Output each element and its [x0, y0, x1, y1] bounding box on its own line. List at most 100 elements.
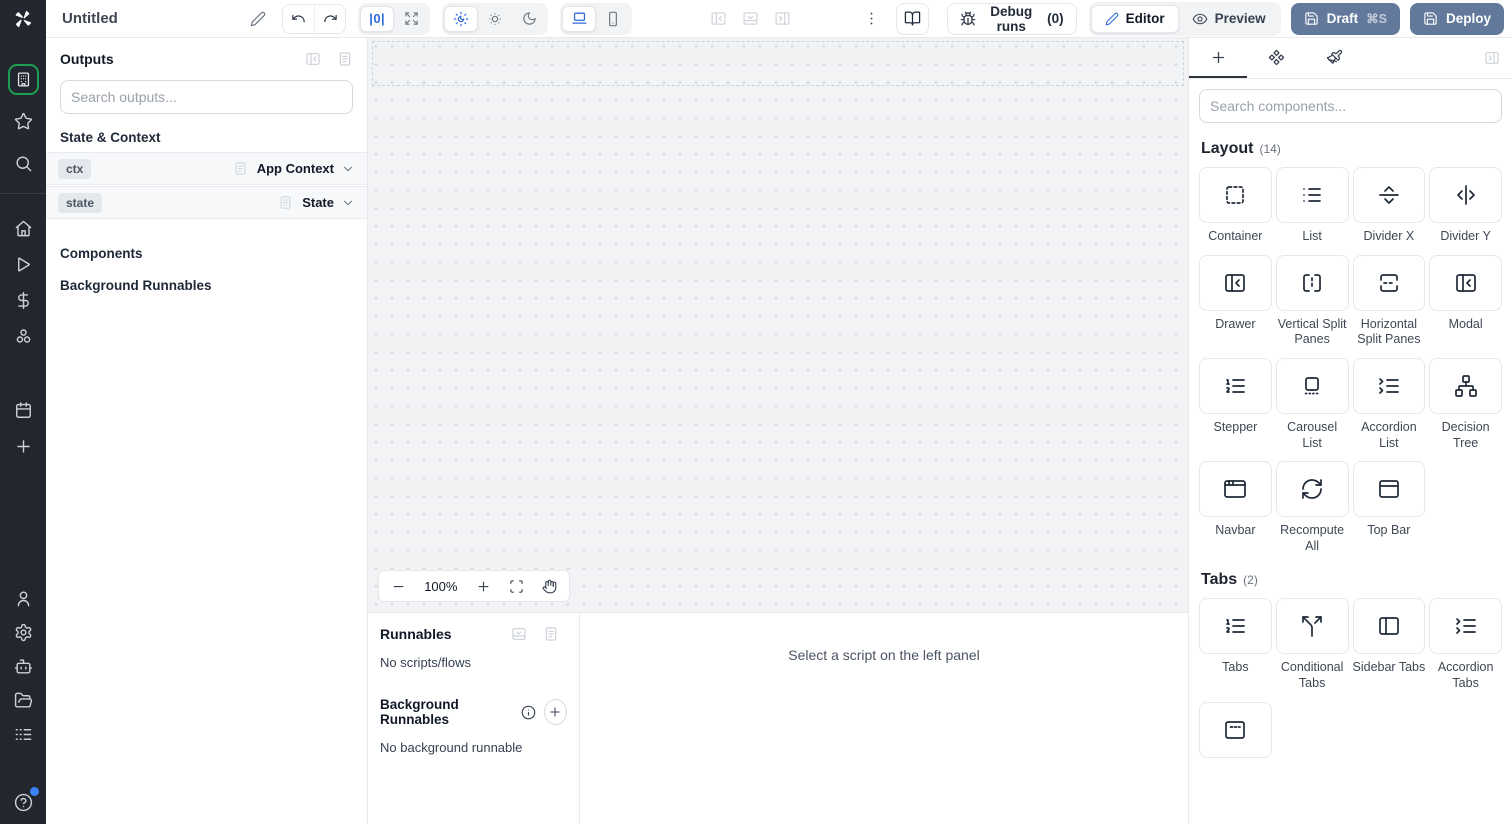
more-menu-button[interactable] — [863, 10, 880, 27]
collapse-components-icon[interactable] — [1484, 50, 1500, 66]
collapse-runnables-icon[interactable] — [511, 626, 527, 642]
sidebar-item-schedules[interactable] — [7, 394, 39, 426]
edit-title-pencil-icon[interactable] — [250, 11, 266, 27]
component-label: Decision Tree — [1441, 419, 1490, 450]
component-card-accordion-list[interactable]: Accordion List — [1352, 357, 1426, 451]
doc-icon[interactable] — [543, 626, 559, 642]
component-card-panel-top-dashed[interactable] — [1199, 701, 1272, 764]
component-card-modal[interactable]: Modal — [1429, 254, 1502, 348]
state-output-row[interactable]: state State — [46, 186, 367, 219]
tab-insert-component[interactable] — [1189, 38, 1247, 78]
sidebar-item-logs[interactable] — [7, 718, 39, 750]
app-title[interactable]: Untitled — [62, 10, 118, 27]
sidebar-item-folders[interactable] — [7, 684, 39, 716]
component-card-sidebar-tabs[interactable]: Sidebar Tabs — [1352, 598, 1426, 691]
sidebar-item-assistant[interactable] — [7, 650, 39, 682]
windmill-logo[interactable] — [0, 0, 46, 38]
user-icon — [14, 589, 33, 608]
search-components-input[interactable] — [1199, 89, 1502, 123]
sidebar-item-user[interactable] — [7, 582, 39, 614]
collapse-outputs-icon[interactable] — [305, 51, 321, 67]
tab-styling[interactable] — [1305, 38, 1363, 78]
sidebar-item-workspace[interactable] — [7, 64, 39, 95]
sidebar-item-help[interactable] — [7, 786, 39, 818]
pencil-icon — [1105, 12, 1119, 26]
component-card-carousel-list[interactable]: Carousel List — [1275, 357, 1349, 451]
smartphone-icon — [605, 11, 621, 27]
carousel-icon — [1275, 357, 1349, 414]
chevron-down-icon[interactable] — [341, 162, 355, 176]
desktop-view-button[interactable] — [562, 5, 597, 32]
star-icon — [14, 112, 33, 131]
sidebar-item-variables[interactable] — [7, 284, 39, 316]
draft-button[interactable]: Draft ⌘S — [1290, 2, 1400, 35]
outputs-title: Outputs — [60, 51, 114, 67]
pan-tool-button[interactable] — [542, 579, 557, 594]
theme-auto-button[interactable] — [444, 5, 479, 32]
component-card-list[interactable]: List — [1275, 167, 1349, 245]
component-card-stepper[interactable]: Stepper — [1199, 357, 1272, 451]
component-card-conditional-tabs[interactable]: Conditional Tabs — [1275, 598, 1349, 691]
panel-top-dashed-icon — [1199, 701, 1272, 758]
component-card-recompute-all[interactable]: Recompute All — [1275, 461, 1349, 554]
component-card-decision-tree[interactable]: Decision Tree — [1429, 357, 1502, 451]
app-canvas[interactable]: 100% — [368, 38, 1188, 612]
list-icon — [1275, 167, 1349, 223]
theme-dark-button[interactable] — [512, 6, 546, 32]
toggle-left-panel-icon — [710, 10, 727, 27]
canvas-dropzone[interactable] — [372, 41, 1184, 86]
ctx-output-row[interactable]: ctx App Context — [46, 152, 367, 185]
sidebar-item-search[interactable] — [7, 147, 39, 179]
component-card-divider-x[interactable]: Divider X — [1352, 167, 1426, 245]
zero-padding-toggle[interactable]: |0| — [360, 5, 395, 32]
search-outputs-input[interactable] — [60, 80, 353, 114]
deploy-button[interactable]: Deploy — [1409, 2, 1504, 35]
editor-mode-tab[interactable]: Editor — [1090, 4, 1179, 33]
redo-icon — [323, 11, 338, 26]
component-card-top-bar[interactable]: Top Bar — [1352, 461, 1426, 554]
mobile-view-button[interactable] — [596, 6, 630, 32]
component-card-accordion-tabs[interactable]: Accordion Tabs — [1429, 598, 1502, 691]
undo-button[interactable] — [283, 5, 314, 33]
component-card-navbar[interactable]: Navbar — [1199, 461, 1272, 554]
save-icon — [1423, 11, 1438, 26]
sidebar-item-runs[interactable] — [7, 248, 39, 280]
help-icon — [14, 793, 33, 812]
component-card-container[interactable]: Container — [1199, 167, 1272, 245]
vsplit-icon — [1275, 254, 1349, 311]
plus-icon — [1210, 49, 1227, 66]
sidebar-item-settings[interactable] — [7, 616, 39, 648]
component-label: Divider Y — [1440, 229, 1491, 243]
component-card-drawer[interactable]: Drawer — [1199, 254, 1272, 348]
runnables-panel: Runnables No scripts/flows Background Ru… — [368, 613, 580, 824]
search-icon — [14, 154, 33, 173]
folder-open-icon — [14, 691, 33, 710]
component-card-divider-y[interactable]: Divider Y — [1429, 167, 1502, 245]
sidebar-item-create[interactable] — [7, 430, 39, 462]
debug-runs-button[interactable]: Debug runs (0) — [946, 2, 1077, 35]
mode-toggle: Editor Preview — [1088, 1, 1281, 36]
zoom-out-button[interactable] — [391, 579, 406, 594]
preview-mode-tab[interactable]: Preview — [1179, 5, 1279, 33]
docs-button[interactable] — [896, 2, 929, 35]
component-card-horizontal-split-panes[interactable]: Horizontal Split Panes — [1352, 254, 1426, 348]
expand-canvas-button[interactable] — [394, 6, 428, 32]
component-card-vertical-split-panes[interactable]: Vertical Split Panes — [1275, 254, 1349, 348]
add-background-runnable-button[interactable] — [543, 699, 567, 725]
chevron-down-icon[interactable] — [341, 196, 355, 210]
draft-shortcut: ⌘S — [1366, 12, 1387, 26]
theme-light-button[interactable] — [478, 6, 512, 32]
sidebar-item-home[interactable] — [7, 212, 39, 244]
split-icon — [1275, 598, 1349, 655]
device-toggle-group — [560, 2, 633, 35]
fit-view-button[interactable] — [509, 579, 524, 594]
component-label: Vertical Split Panes — [1277, 316, 1347, 347]
tab-component-settings[interactable] — [1247, 38, 1305, 78]
redo-button[interactable] — [313, 4, 345, 33]
zoom-in-button[interactable] — [476, 579, 491, 594]
component-card-tabs[interactable]: Tabs — [1199, 598, 1272, 691]
doc-icon[interactable] — [337, 51, 353, 67]
sidebar-item-resources[interactable] — [7, 320, 39, 352]
sidebar-item-favorites[interactable] — [7, 105, 39, 137]
ctx-badge: ctx — [58, 158, 92, 179]
